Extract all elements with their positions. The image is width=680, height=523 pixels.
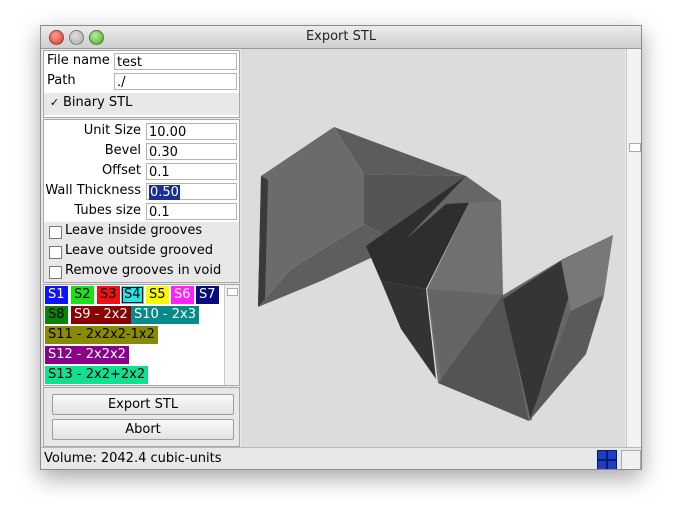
wall-thickness-label: Wall Thickness [45,183,141,198]
parameters-panel: Unit Size 10.00 Bevel 0.30 Offset 0.1 Wa… [43,119,240,283]
view-grid-icon[interactable] [597,450,617,469]
file-name-field[interactable]: test [114,53,237,70]
shape-button-s7[interactable]: S7 [196,286,219,304]
shapes-scrollbar-thumb[interactable] [227,288,238,296]
binary-stl-checkbox[interactable]: ✓ [49,97,60,108]
tubes-size-label: Tubes size [74,203,141,218]
title-bar[interactable]: Export STL [41,26,641,49]
shape-button-s6[interactable]: S6 [171,286,194,304]
shape-button-s5[interactable]: S5 [146,286,169,304]
leave-outside-grooved-checkbox[interactable] [49,246,62,259]
groove-options: Leave inside grooves Leave outside groov… [44,222,239,282]
offset-field[interactable]: 0.1 [146,163,237,180]
binary-stl-row: ✓ Binary STL [44,93,239,115]
volume-status: Volume: 2042.4 cubic-units [44,451,222,466]
shape-button-s8[interactable]: S8 [45,306,68,324]
shape-button-s2[interactable]: S2 [71,286,94,304]
resize-grip-icon[interactable] [621,450,641,469]
shape-button-s1[interactable]: S1 [45,286,68,304]
wall-thickness-field[interactable]: 0.50 [146,183,237,200]
abort-button[interactable]: Abort [52,419,234,440]
window-title: Export STL [305,29,377,44]
export-stl-button[interactable]: Export STL [52,394,234,415]
shape-button-s12[interactable]: S12 - 2x2x2 [45,346,129,364]
stl-model-render [258,127,613,421]
shape-button-s11[interactable]: S11 - 2x2x2-1x2 [45,326,158,344]
tubes-size-field[interactable]: 0.1 [146,203,237,220]
path-label: Path [47,73,76,88]
file-panel: File name test Path ./ ✓ Binary STL [43,50,240,118]
viewport-scrollbar-thumb[interactable] [629,143,641,152]
binary-stl-label: Binary STL [63,95,133,110]
actions-panel: Export STL Abort [43,387,240,447]
export-stl-window: Export STL File name test Path ./ ✓ Bina… [40,25,642,470]
status-bar: Volume: 2042.4 cubic-units [41,447,641,469]
viewport-scrollbar[interactable] [626,49,641,447]
path-field[interactable]: ./ [114,73,237,90]
shapes-panel: S1 S2 S3 S4 S5 S6 S7 S8 S9 - 2x2 S10 - 2… [43,284,240,386]
file-name-label: File name [47,53,110,68]
bevel-field[interactable]: 0.30 [146,143,237,160]
bevel-label: Bevel [104,143,141,158]
shape-button-s10[interactable]: S10 - 2x3 [131,306,199,324]
shape-button-s9[interactable]: S9 - 2x2 [71,306,131,324]
unit-size-field[interactable]: 10.00 [146,123,237,140]
shape-button-s3[interactable]: S3 [97,286,120,304]
settings-panel: File name test Path ./ ✓ Binary STL Unit… [41,49,240,469]
3d-preview-viewport[interactable] [241,49,625,447]
shapes-scrollbar[interactable] [224,285,239,385]
unit-size-label: Unit Size [83,123,141,138]
shape-button-s13[interactable]: S13 - 2x2+2x2 [45,366,149,384]
leave-outside-grooved-label: Leave outside grooved [65,243,214,258]
remove-grooves-checkbox[interactable] [49,266,62,279]
leave-inside-grooves-checkbox[interactable] [49,226,62,239]
wall-thickness-selected-text: 0.50 [149,185,180,200]
offset-label: Offset [101,163,141,178]
leave-inside-grooves-label: Leave inside grooves [65,223,203,238]
remove-grooves-label: Remove grooves in void [65,263,222,278]
shape-button-s4[interactable]: S4 [121,286,144,304]
